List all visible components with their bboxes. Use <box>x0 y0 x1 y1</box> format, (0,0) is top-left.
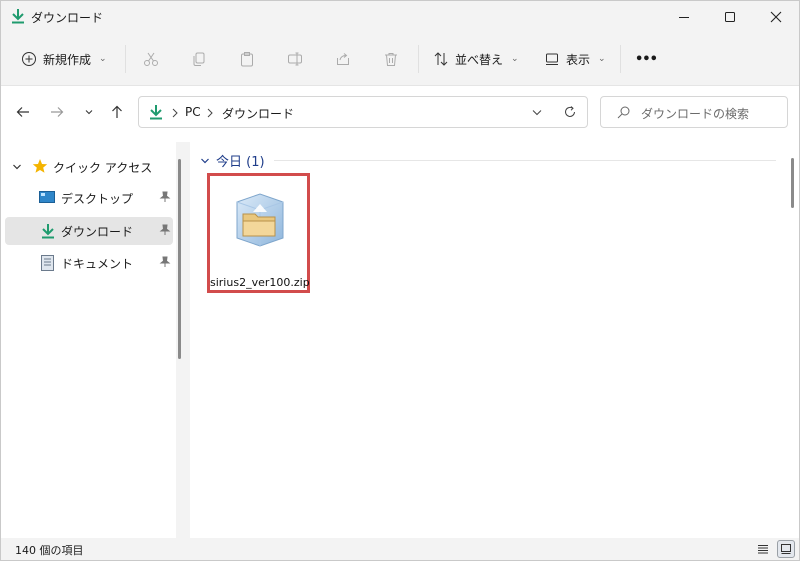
rename-icon <box>288 52 302 66</box>
status-bar: 140 個の項目 <box>1 538 799 560</box>
chevron-down-icon[interactable] <box>12 162 22 172</box>
download-icon <box>150 105 162 120</box>
zip-folder-icon <box>236 193 284 247</box>
command-bar: 新規作成 ⌄ 並べ替え ⌄ 表示 ⌄ ••• <box>1 33 799 86</box>
plus-circle-icon <box>22 52 36 66</box>
explorer-window: ダウンロード 新規作成 ⌄ 並べ替え ⌄ 表示 ⌄ ••• PC ダウンロード … <box>0 0 800 561</box>
arrow-left-icon <box>16 107 29 117</box>
share-button[interactable] <box>335 43 351 75</box>
pin-icon <box>159 224 171 235</box>
toolbar-divider <box>125 45 126 73</box>
quick-access-label[interactable]: クイック アクセス <box>53 159 152 176</box>
chevron-down-icon[interactable] <box>531 108 543 118</box>
forward-button[interactable] <box>45 100 69 124</box>
breadcrumb-downloads[interactable]: ダウンロード <box>222 105 294 122</box>
cut-button[interactable] <box>143 43 159 75</box>
chevron-down-icon: ⌄ <box>511 54 519 64</box>
view-button-label: 表示 <box>566 52 591 67</box>
share-icon <box>337 53 349 65</box>
address-bar[interactable]: PC ダウンロード <box>138 96 588 128</box>
close-icon <box>770 11 782 23</box>
arrow-right-icon <box>51 107 64 117</box>
download-icon <box>42 224 54 239</box>
scrollbar-thumb[interactable] <box>791 158 794 208</box>
sidebar-scrollbar[interactable] <box>178 159 181 359</box>
rename-button[interactable] <box>287 43 303 75</box>
recent-locations-button[interactable] <box>77 100 101 124</box>
document-icon <box>41 255 54 271</box>
title-bar: ダウンロード <box>1 1 799 33</box>
chevron-down-icon: ⌄ <box>598 54 606 64</box>
scissors-icon <box>144 52 158 66</box>
trash-icon <box>385 53 397 66</box>
sidebar-item-label: ダウンロード <box>61 225 134 239</box>
view-button[interactable]: 表示 ⌄ <box>544 43 606 75</box>
item-count: 140 個の項目 <box>15 544 84 557</box>
breadcrumb-pc[interactable]: PC <box>185 105 201 119</box>
sort-icon <box>434 52 448 66</box>
more-options-button[interactable]: ••• <box>635 43 658 75</box>
search-placeholder: ダウンロードの検索 <box>641 107 750 121</box>
sidebar-item-downloads[interactable]: ダウンロード <box>5 217 173 245</box>
minimize-button[interactable] <box>661 1 707 33</box>
sort-button[interactable]: 並べ替え ⌄ <box>433 43 519 75</box>
pin-icon <box>159 256 171 267</box>
view-icon <box>546 53 558 65</box>
group-divider <box>274 160 776 161</box>
toolbar-divider <box>418 45 419 73</box>
arrow-up-icon <box>112 105 122 118</box>
chevron-down-icon: ⌄ <box>99 54 107 64</box>
paste-icon <box>241 52 253 67</box>
more-icon: ••• <box>635 51 658 67</box>
pin-icon <box>159 191 171 202</box>
back-button[interactable] <box>11 100 35 124</box>
content-scrollbar[interactable] <box>786 142 799 538</box>
file-name: sirius2_ver100.zip <box>210 276 310 289</box>
file-list: 今日 (1) sirius2_ver100.zip <box>190 142 784 538</box>
refresh-icon[interactable] <box>563 105 577 119</box>
copy-icon <box>193 52 205 66</box>
copy-button[interactable] <box>191 43 207 75</box>
window-title: ダウンロード <box>31 11 104 25</box>
close-button[interactable] <box>753 1 799 33</box>
navigation-bar: PC ダウンロード ダウンロードの検索 <box>1 86 799 142</box>
star-icon <box>32 159 48 173</box>
desktop-icon <box>39 191 55 203</box>
chevron-right-icon <box>207 108 213 118</box>
up-button[interactable] <box>105 100 129 124</box>
large-icons-view-icon <box>781 544 791 554</box>
sidebar-item-label: デスクトップ <box>61 192 134 206</box>
maximize-button[interactable] <box>707 1 753 33</box>
search-box[interactable]: ダウンロードの検索 <box>600 96 788 128</box>
file-item[interactable]: sirius2_ver100.zip <box>207 173 310 293</box>
download-icon <box>12 9 24 24</box>
search-icon <box>617 106 630 119</box>
delete-button[interactable] <box>383 43 399 75</box>
group-header-label: 今日 (1) <box>216 155 265 170</box>
chevron-down-icon <box>201 158 209 163</box>
large-icons-view-button[interactable] <box>777 540 795 558</box>
maximize-icon <box>725 12 735 22</box>
details-view-icon <box>758 545 768 554</box>
minimize-icon <box>679 17 689 18</box>
sidebar-item-documents[interactable]: ドキュメント <box>5 249 173 277</box>
chevron-down-icon <box>85 110 93 115</box>
sidebar-item-label: ドキュメント <box>61 257 134 271</box>
paste-button[interactable] <box>239 43 255 75</box>
sort-button-label: 並べ替え <box>455 52 504 67</box>
toolbar-divider <box>620 45 621 73</box>
details-view-button[interactable] <box>754 540 772 558</box>
group-header-today[interactable]: 今日 (1) <box>200 151 265 170</box>
navigation-pane: クイック アクセス デスクトップ ダウンロード ドキュメント <box>1 142 176 538</box>
sidebar-item-desktop[interactable]: デスクトップ <box>5 184 173 212</box>
new-button[interactable]: 新規作成 ⌄ <box>21 43 107 75</box>
chevron-right-icon <box>172 108 178 118</box>
new-button-label: 新規作成 <box>43 52 92 67</box>
